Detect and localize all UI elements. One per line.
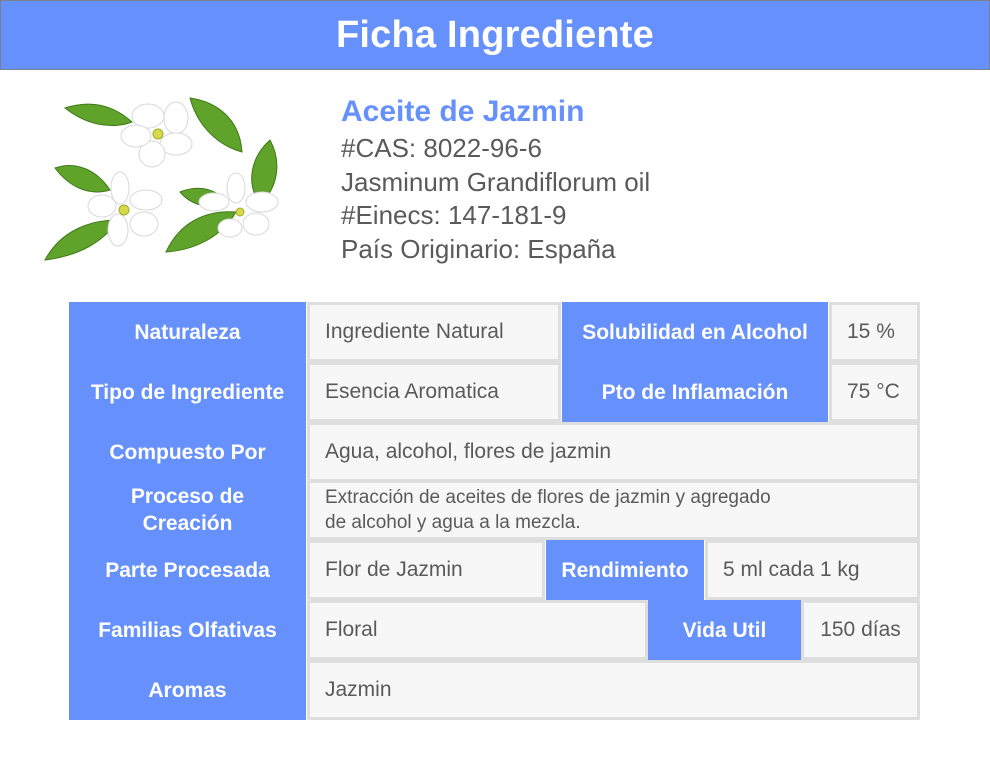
value-tipo: Esencia Aromatica	[307, 362, 561, 422]
label-vida: Vida Util	[648, 600, 801, 660]
inci-name: Jasminum Grandiflorum oil	[341, 166, 651, 197]
ingredient-info: Aceite de Jazmin #CAS: 8022-96-6 Jasminu…	[341, 92, 650, 266]
label-compuesto: Compuesto Por	[69, 422, 306, 482]
value-vida: 150 días	[801, 600, 920, 660]
label-naturaleza: Naturaleza	[69, 302, 306, 362]
value-rendimiento: 5 ml cada 1 kg	[705, 540, 920, 600]
cas-number: #CAS: 8022-96-6	[341, 133, 542, 163]
label-inflamacion: Pto de Inflamación	[562, 362, 828, 422]
label-familias: Familias Olfativas	[69, 600, 306, 660]
value-proceso-line2: de alcohol y agua a la mezcla.	[325, 512, 581, 533]
value-aromas: Jazmin	[307, 660, 920, 720]
jasmine-flower-icon	[44, 97, 279, 261]
page-title: Ficha Ingrediente	[335, 13, 654, 56]
value-solubilidad: 15 %	[829, 302, 920, 362]
value-proceso-line1: Extracción de aceites de flores de jazmi…	[325, 487, 771, 508]
value-compuesto: Agua, alcohol, flores de jazmin	[307, 422, 920, 482]
label-solubilidad: Solubilidad en Alcohol	[562, 302, 828, 362]
label-proceso-line1: Proceso de	[130, 485, 245, 508]
value-proceso: Extracción de aceites de flores de jazmi…	[307, 480, 920, 540]
einecs-number: #Einecs: 147-181-9	[341, 200, 567, 230]
value-parte: Flor de Jazmin	[307, 540, 545, 600]
label-proceso: Proceso de Creación	[69, 480, 306, 540]
label-aromas: Aromas	[69, 660, 306, 720]
value-naturaleza: Ingrediente Natural	[307, 302, 561, 362]
label-proceso-line2: Creación	[142, 512, 233, 535]
ingredient-name: Aceite de Jazmin	[341, 95, 585, 128]
origin-country: País Originario: España	[341, 233, 616, 264]
label-rendimiento: Rendimiento	[546, 540, 704, 600]
flower-1	[120, 101, 193, 168]
header-banner: Ficha Ingrediente	[0, 0, 990, 70]
label-parte: Parte Procesada	[69, 540, 306, 600]
label-tipo: Tipo de Ingrediente	[69, 362, 306, 422]
value-familias: Floral	[307, 600, 648, 660]
value-inflamacion: 75 °C	[829, 362, 920, 422]
